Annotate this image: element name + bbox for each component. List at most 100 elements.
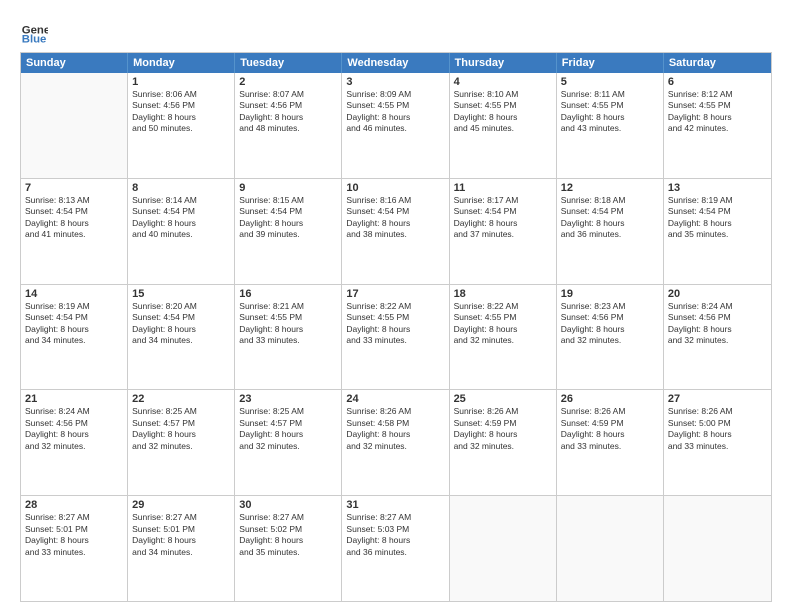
cell-info-2-2: Sunrise: 8:21 AMSunset: 4:55 PMDaylight:… xyxy=(239,301,337,347)
day-number-21: 21 xyxy=(25,393,123,405)
calendar-cell-3-3: 24Sunrise: 8:26 AMSunset: 4:58 PMDayligh… xyxy=(342,390,449,495)
cell-info-4-1: Sunrise: 8:27 AMSunset: 5:01 PMDaylight:… xyxy=(132,512,230,558)
calendar-cell-1-4: 11Sunrise: 8:17 AMSunset: 4:54 PMDayligh… xyxy=(450,179,557,284)
cell-info-3-0: Sunrise: 8:24 AMSunset: 4:56 PMDaylight:… xyxy=(25,406,123,452)
header-thursday: Thursday xyxy=(450,53,557,73)
cell-info-4-0: Sunrise: 8:27 AMSunset: 5:01 PMDaylight:… xyxy=(25,512,123,558)
cell-info-4-2: Sunrise: 8:27 AMSunset: 5:02 PMDaylight:… xyxy=(239,512,337,558)
cell-info-2-3: Sunrise: 8:22 AMSunset: 4:55 PMDaylight:… xyxy=(346,301,444,347)
calendar-cell-4-4 xyxy=(450,496,557,601)
header-monday: Monday xyxy=(128,53,235,73)
calendar-cell-3-5: 26Sunrise: 8:26 AMSunset: 4:59 PMDayligh… xyxy=(557,390,664,495)
calendar-cell-1-6: 13Sunrise: 8:19 AMSunset: 4:54 PMDayligh… xyxy=(664,179,771,284)
cell-info-1-1: Sunrise: 8:14 AMSunset: 4:54 PMDaylight:… xyxy=(132,195,230,241)
calendar-cell-2-2: 16Sunrise: 8:21 AMSunset: 4:55 PMDayligh… xyxy=(235,285,342,390)
day-number-5: 5 xyxy=(561,76,659,88)
day-number-9: 9 xyxy=(239,182,337,194)
cell-info-0-6: Sunrise: 8:12 AMSunset: 4:55 PMDaylight:… xyxy=(668,89,767,135)
day-number-17: 17 xyxy=(346,288,444,300)
calendar-cell-1-3: 10Sunrise: 8:16 AMSunset: 4:54 PMDayligh… xyxy=(342,179,449,284)
day-number-14: 14 xyxy=(25,288,123,300)
calendar-cell-4-5 xyxy=(557,496,664,601)
header-wednesday: Wednesday xyxy=(342,53,449,73)
cell-info-3-1: Sunrise: 8:25 AMSunset: 4:57 PMDaylight:… xyxy=(132,406,230,452)
calendar: SundayMondayTuesdayWednesdayThursdayFrid… xyxy=(20,52,772,602)
day-number-22: 22 xyxy=(132,393,230,405)
week-row-2: 7Sunrise: 8:13 AMSunset: 4:54 PMDaylight… xyxy=(21,178,771,284)
day-number-24: 24 xyxy=(346,393,444,405)
cell-info-1-0: Sunrise: 8:13 AMSunset: 4:54 PMDaylight:… xyxy=(25,195,123,241)
day-number-28: 28 xyxy=(25,499,123,511)
cell-info-0-4: Sunrise: 8:10 AMSunset: 4:55 PMDaylight:… xyxy=(454,89,552,135)
cell-info-2-4: Sunrise: 8:22 AMSunset: 4:55 PMDaylight:… xyxy=(454,301,552,347)
calendar-body: 1Sunrise: 8:06 AMSunset: 4:56 PMDaylight… xyxy=(21,73,771,601)
cell-info-3-3: Sunrise: 8:26 AMSunset: 4:58 PMDaylight:… xyxy=(346,406,444,452)
calendar-cell-4-2: 30Sunrise: 8:27 AMSunset: 5:02 PMDayligh… xyxy=(235,496,342,601)
day-number-6: 6 xyxy=(668,76,767,88)
cell-info-2-6: Sunrise: 8:24 AMSunset: 4:56 PMDaylight:… xyxy=(668,301,767,347)
calendar-cell-0-0 xyxy=(21,73,128,178)
calendar-cell-4-6 xyxy=(664,496,771,601)
header-saturday: Saturday xyxy=(664,53,771,73)
calendar-cell-0-3: 3Sunrise: 8:09 AMSunset: 4:55 PMDaylight… xyxy=(342,73,449,178)
day-number-13: 13 xyxy=(668,182,767,194)
day-number-26: 26 xyxy=(561,393,659,405)
week-row-5: 28Sunrise: 8:27 AMSunset: 5:01 PMDayligh… xyxy=(21,495,771,601)
calendar-cell-2-6: 20Sunrise: 8:24 AMSunset: 4:56 PMDayligh… xyxy=(664,285,771,390)
cell-info-4-3: Sunrise: 8:27 AMSunset: 5:03 PMDaylight:… xyxy=(346,512,444,558)
calendar-cell-0-4: 4Sunrise: 8:10 AMSunset: 4:55 PMDaylight… xyxy=(450,73,557,178)
calendar-cell-3-2: 23Sunrise: 8:25 AMSunset: 4:57 PMDayligh… xyxy=(235,390,342,495)
day-number-1: 1 xyxy=(132,76,230,88)
cell-info-0-3: Sunrise: 8:09 AMSunset: 4:55 PMDaylight:… xyxy=(346,89,444,135)
cell-info-2-1: Sunrise: 8:20 AMSunset: 4:54 PMDaylight:… xyxy=(132,301,230,347)
calendar-cell-2-4: 18Sunrise: 8:22 AMSunset: 4:55 PMDayligh… xyxy=(450,285,557,390)
cell-info-3-2: Sunrise: 8:25 AMSunset: 4:57 PMDaylight:… xyxy=(239,406,337,452)
calendar-cell-2-3: 17Sunrise: 8:22 AMSunset: 4:55 PMDayligh… xyxy=(342,285,449,390)
cell-info-3-5: Sunrise: 8:26 AMSunset: 4:59 PMDaylight:… xyxy=(561,406,659,452)
calendar-cell-3-1: 22Sunrise: 8:25 AMSunset: 4:57 PMDayligh… xyxy=(128,390,235,495)
calendar-cell-2-1: 15Sunrise: 8:20 AMSunset: 4:54 PMDayligh… xyxy=(128,285,235,390)
day-number-31: 31 xyxy=(346,499,444,511)
calendar-cell-1-2: 9Sunrise: 8:15 AMSunset: 4:54 PMDaylight… xyxy=(235,179,342,284)
day-number-19: 19 xyxy=(561,288,659,300)
calendar-cell-4-1: 29Sunrise: 8:27 AMSunset: 5:01 PMDayligh… xyxy=(128,496,235,601)
calendar-cell-0-2: 2Sunrise: 8:07 AMSunset: 4:56 PMDaylight… xyxy=(235,73,342,178)
day-number-12: 12 xyxy=(561,182,659,194)
calendar-cell-3-6: 27Sunrise: 8:26 AMSunset: 5:00 PMDayligh… xyxy=(664,390,771,495)
day-number-15: 15 xyxy=(132,288,230,300)
cell-info-2-0: Sunrise: 8:19 AMSunset: 4:54 PMDaylight:… xyxy=(25,301,123,347)
cell-info-2-5: Sunrise: 8:23 AMSunset: 4:56 PMDaylight:… xyxy=(561,301,659,347)
day-number-3: 3 xyxy=(346,76,444,88)
calendar-cell-0-6: 6Sunrise: 8:12 AMSunset: 4:55 PMDaylight… xyxy=(664,73,771,178)
cell-info-1-3: Sunrise: 8:16 AMSunset: 4:54 PMDaylight:… xyxy=(346,195,444,241)
cell-info-3-4: Sunrise: 8:26 AMSunset: 4:59 PMDaylight:… xyxy=(454,406,552,452)
cell-info-1-5: Sunrise: 8:18 AMSunset: 4:54 PMDaylight:… xyxy=(561,195,659,241)
calendar-cell-0-1: 1Sunrise: 8:06 AMSunset: 4:56 PMDaylight… xyxy=(128,73,235,178)
calendar-header: SundayMondayTuesdayWednesdayThursdayFrid… xyxy=(21,53,771,73)
calendar-cell-4-3: 31Sunrise: 8:27 AMSunset: 5:03 PMDayligh… xyxy=(342,496,449,601)
day-number-30: 30 xyxy=(239,499,337,511)
week-row-3: 14Sunrise: 8:19 AMSunset: 4:54 PMDayligh… xyxy=(21,284,771,390)
calendar-cell-1-1: 8Sunrise: 8:14 AMSunset: 4:54 PMDaylight… xyxy=(128,179,235,284)
day-number-23: 23 xyxy=(239,393,337,405)
day-number-27: 27 xyxy=(668,393,767,405)
week-row-4: 21Sunrise: 8:24 AMSunset: 4:56 PMDayligh… xyxy=(21,389,771,495)
day-number-4: 4 xyxy=(454,76,552,88)
calendar-cell-1-5: 12Sunrise: 8:18 AMSunset: 4:54 PMDayligh… xyxy=(557,179,664,284)
cell-info-3-6: Sunrise: 8:26 AMSunset: 5:00 PMDaylight:… xyxy=(668,406,767,452)
cell-info-0-1: Sunrise: 8:06 AMSunset: 4:56 PMDaylight:… xyxy=(132,89,230,135)
day-number-16: 16 xyxy=(239,288,337,300)
header-tuesday: Tuesday xyxy=(235,53,342,73)
day-number-20: 20 xyxy=(668,288,767,300)
header-sunday: Sunday xyxy=(21,53,128,73)
cell-info-0-5: Sunrise: 8:11 AMSunset: 4:55 PMDaylight:… xyxy=(561,89,659,135)
day-number-29: 29 xyxy=(132,499,230,511)
calendar-cell-4-0: 28Sunrise: 8:27 AMSunset: 5:01 PMDayligh… xyxy=(21,496,128,601)
calendar-cell-0-5: 5Sunrise: 8:11 AMSunset: 4:55 PMDaylight… xyxy=(557,73,664,178)
calendar-cell-3-4: 25Sunrise: 8:26 AMSunset: 4:59 PMDayligh… xyxy=(450,390,557,495)
cell-info-1-6: Sunrise: 8:19 AMSunset: 4:54 PMDaylight:… xyxy=(668,195,767,241)
day-number-2: 2 xyxy=(239,76,337,88)
cell-info-1-4: Sunrise: 8:17 AMSunset: 4:54 PMDaylight:… xyxy=(454,195,552,241)
week-row-1: 1Sunrise: 8:06 AMSunset: 4:56 PMDaylight… xyxy=(21,73,771,178)
day-number-18: 18 xyxy=(454,288,552,300)
